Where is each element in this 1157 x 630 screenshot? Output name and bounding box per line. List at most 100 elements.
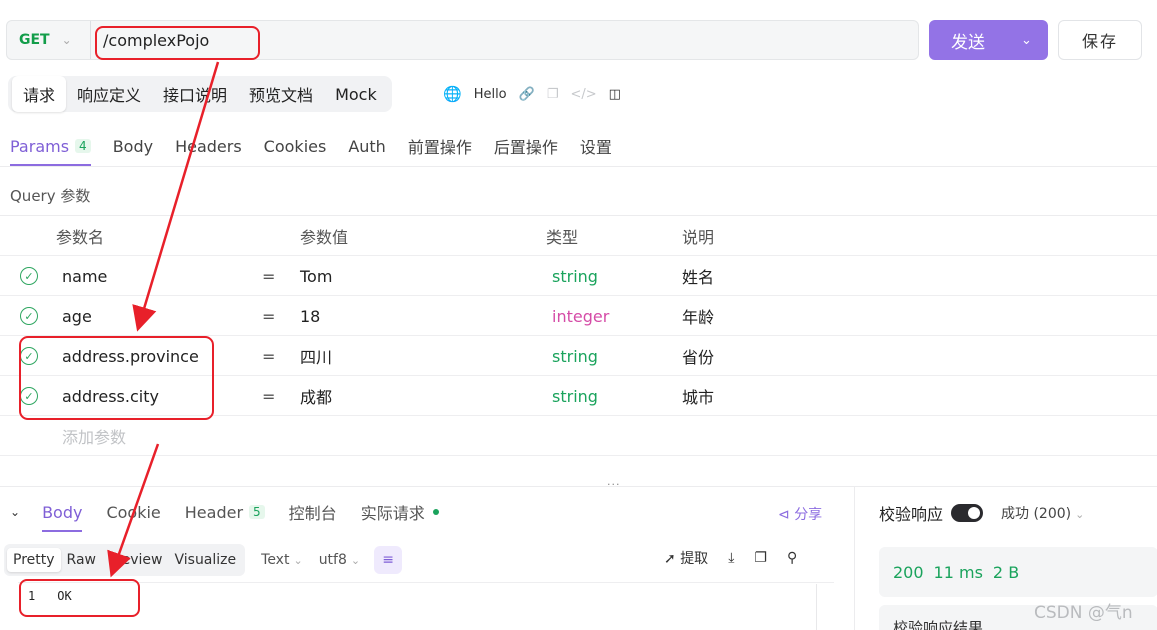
param-desc[interactable]: 省份 [682,336,714,376]
share-label: 分享 [794,507,823,523]
method-label: GET [19,32,50,48]
format-preview[interactable]: Preview [102,548,169,572]
enable-checkbox[interactable]: ✓ [20,296,40,336]
tab-preview-doc[interactable]: 预览文档 [238,76,324,112]
resp-tab-header[interactable]: Header 5 [185,492,265,532]
status-select[interactable]: 成功 (200) ⌄ [1001,503,1084,523]
enable-checkbox[interactable]: ✓ [20,376,40,416]
tab-post-operations[interactable]: 后置操作 [494,126,558,166]
resp-tab-cookie[interactable]: Cookie [106,492,160,532]
equals-sign: = [262,386,276,406]
tab-cookies[interactable]: Cookies [264,126,327,166]
share-button[interactable]: ⊲ 分享 [778,504,822,524]
check-circle-icon: ✓ [20,347,38,365]
enable-checkbox[interactable]: ✓ [20,256,40,296]
encoding-select[interactable]: utf8 ⌄ [319,552,360,568]
format-segmented: Pretty Raw Preview Visualize [4,544,246,576]
response-code-editor[interactable]: 1 OK [18,582,834,630]
chevron-down-icon: ⌄ [1075,508,1085,521]
extract-button[interactable]: ➚ 提取 [664,548,708,568]
resp-tab-console[interactable]: 控制台 [289,492,337,532]
resp-tab-actual-request[interactable]: 实际请求 [361,492,439,532]
chevron-down-icon: ⌄ [61,33,72,47]
tab-settings[interactable]: 设置 [580,126,612,166]
tab-response-definition[interactable]: 响应定义 [66,76,152,112]
tab-tools: 🌐 Hello 🔗 ❐ </> ◫ [443,82,621,106]
tab-body[interactable]: Body [113,126,153,166]
enable-checkbox[interactable]: ✓ [20,336,40,376]
code-icon[interactable]: </> [570,87,596,102]
tab-api-description[interactable]: 接口说明 [152,76,238,112]
actual-request-label: 实际请求 [360,504,425,523]
encoding-value: utf8 [318,552,347,568]
divider [0,166,1157,167]
add-param-input[interactable]: 添加参数 [62,416,126,456]
header-type: 类型 [546,228,579,247]
tab-pre-operations[interactable]: 前置操作 [408,126,472,166]
response-size: 2 B [992,562,1020,582]
send-label: 发送 [951,32,985,53]
check-circle-icon: ✓ [20,307,38,325]
link-icon[interactable]: 🔗 [519,87,535,102]
param-type[interactable]: string [552,336,598,376]
param-desc[interactable]: 姓名 [682,256,714,296]
param-desc[interactable]: 城市 [682,376,714,416]
chevron-down-icon[interactable]: ⌄ [1021,33,1032,48]
tab-request[interactable]: 请求 [12,76,67,112]
body-right-tools: ➚ 提取 ⤓ ❐ ⚲ [664,548,797,568]
download-icon[interactable]: ⤓ [728,550,734,566]
param-type[interactable]: string [552,256,598,296]
param-type[interactable]: integer [552,296,609,336]
send-button[interactable]: 发送 ⌄ [929,20,1048,60]
resp-tab-body[interactable]: Body [42,492,83,532]
format-visualize[interactable]: Visualize [168,548,242,572]
param-value[interactable]: 18 [300,296,320,336]
add-param-row: 添加参数 [0,416,1157,456]
param-name[interactable]: address.city [62,376,159,416]
editor-scrollbar[interactable] [816,584,832,630]
chevron-down-icon: ⌄ [350,554,361,567]
globe-icon[interactable]: 🌐 [443,85,462,103]
param-value[interactable]: 四川 [300,336,332,376]
param-name[interactable]: name [62,256,107,296]
method-select[interactable]: GET ⌄ [7,21,91,59]
url-input[interactable]: /complexPojo [91,31,209,50]
tab-mock[interactable]: Mock [324,79,388,110]
pane-resize-handle[interactable]: ··· [607,478,621,491]
param-value[interactable]: Tom [300,256,332,296]
param-type[interactable]: string [552,376,598,416]
params-tabs: Params 4 Body Headers Cookies Auth 前置操作 … [10,126,634,166]
param-name[interactable]: address.province [62,336,199,376]
collapse-chevron-icon[interactable]: ⌄ [10,505,20,519]
word-wrap-icon[interactable]: ≡ [374,546,403,574]
param-desc[interactable]: 年龄 [682,296,714,336]
table-row: ✓ address.province = 四川 string 省份 [0,336,1157,376]
url-input-box[interactable]: GET ⌄ /complexPojo [6,20,919,60]
resp-tab-header-label: Header [184,502,244,522]
save-button[interactable]: 保存 [1058,20,1142,60]
equals-sign: = [262,266,276,286]
query-params-table: 参数名 参数值 类型 说明 ✓ name = Tom string 姓名 ✓ a… [0,216,1157,456]
copy-icon[interactable]: ❐ [754,550,767,566]
tab-auth[interactable]: Auth [348,126,386,166]
copy-icon[interactable]: ❐ [547,87,559,102]
content-type-select[interactable]: Text ⌄ [261,552,303,568]
format-raw[interactable]: Raw [61,548,102,572]
status-code: 200 [893,562,924,582]
tab-params[interactable]: Params 4 [10,126,91,166]
tab-headers[interactable]: Headers [175,126,242,166]
chevron-down-icon: ⌄ [293,554,303,567]
param-name[interactable]: age [62,296,92,336]
check-circle-icon: ✓ [20,387,38,405]
env-name[interactable]: Hello [474,87,507,102]
table-row: ✓ name = Tom string 姓名 [0,256,1157,296]
search-icon[interactable]: ⚲ [787,550,797,566]
validate-label: 校验响应 [879,505,944,524]
content-type-value: Text [261,552,290,568]
query-section-title: Query 参数 [10,187,91,205]
param-value[interactable]: 成都 [300,376,332,416]
panel-icon[interactable]: ◫ [609,87,621,102]
validate-toggle[interactable] [951,504,984,522]
format-pretty[interactable]: Pretty [7,548,61,572]
extract-label: 提取 [680,551,709,567]
